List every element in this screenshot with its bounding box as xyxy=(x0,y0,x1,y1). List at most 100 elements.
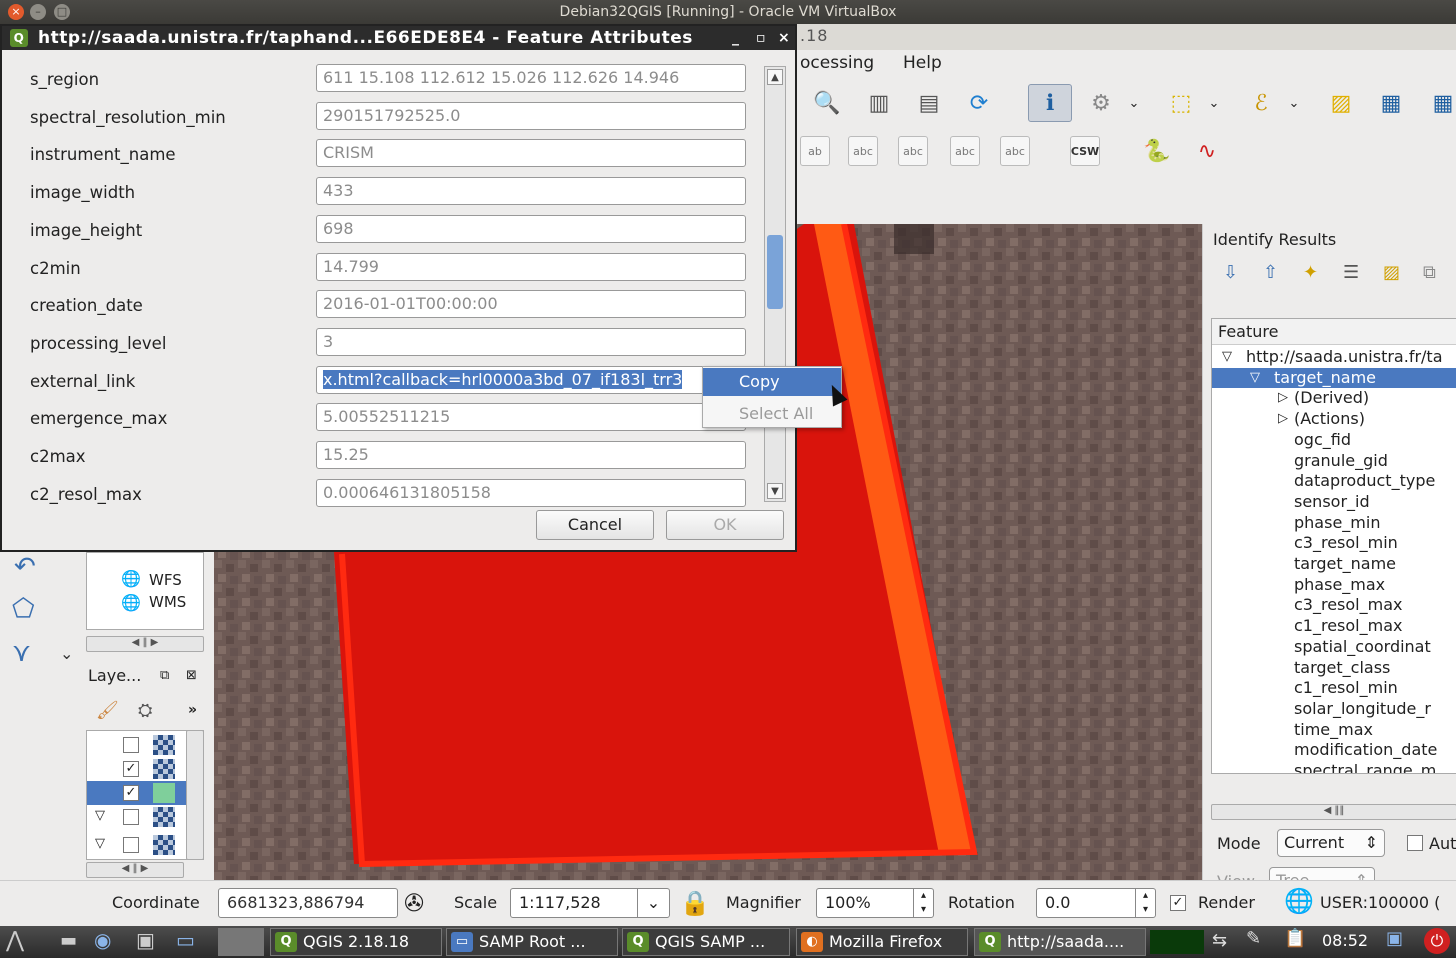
chevron-down-icon[interactable]: ▽ xyxy=(1222,347,1232,367)
minimize-icon[interactable]: – xyxy=(30,4,46,20)
field-input-image-width[interactable]: 433 xyxy=(316,177,746,206)
clipboard-icon[interactable]: 📋 xyxy=(1284,928,1306,949)
usb-icon[interactable]: ✎ xyxy=(1246,928,1261,949)
field-input-creation-date[interactable]: 2016-01-01T00:00:00 xyxy=(316,290,746,319)
paint-icon[interactable]: 🖌 xyxy=(96,700,119,721)
clear-highlights-icon[interactable]: ▨ xyxy=(1383,262,1400,283)
expand-new-icon[interactable]: ✦ xyxy=(1303,262,1318,283)
chevron-down-icon[interactable]: ▽ xyxy=(1250,368,1260,388)
select-features-icon[interactable]: ⬚ xyxy=(1164,86,1198,120)
tree-item[interactable]: target_name xyxy=(1212,554,1456,575)
show-bookmarks-icon[interactable]: ▤ xyxy=(912,86,946,120)
identify-features-icon[interactable]: ℹ xyxy=(1028,84,1072,122)
field-input-spectral-resolution-min[interactable]: 290151792525.0 xyxy=(316,101,746,130)
zoom-select-icon[interactable]: 🔍 xyxy=(810,86,844,120)
taskbar-task[interactable]: Q QGIS 2.18.18 xyxy=(270,928,442,956)
tree-item[interactable]: ▽ http://saada.unistra.fr/ta xyxy=(1212,347,1456,368)
close-icon[interactable]: ⊠ xyxy=(186,668,197,683)
field-input-processing-level[interactable]: 3 xyxy=(316,327,746,356)
browser-hscrollbar[interactable]: ◀ ‖ ▶ xyxy=(86,636,204,652)
tree-item[interactable]: time_max xyxy=(1212,720,1456,741)
taskbar-task[interactable]: ◐ Mozilla Firefox xyxy=(796,928,968,956)
new-bookmark-icon[interactable]: ▥ xyxy=(862,86,896,120)
close-icon[interactable]: × xyxy=(8,4,24,20)
field-input-image-height[interactable]: 698 xyxy=(316,214,746,243)
tree-item[interactable]: sensor_id xyxy=(1212,492,1456,513)
collapse-tree-icon[interactable]: ⇧ xyxy=(1263,262,1278,283)
taskbar-task[interactable]: Qhttp://saada.... xyxy=(974,928,1146,956)
maximize-icon[interactable]: ▫ xyxy=(756,26,766,50)
layer-row-selected[interactable]: ✓ xyxy=(87,781,187,805)
auto-open-checkbox[interactable] xyxy=(1407,835,1423,851)
taskbar-task[interactable]: Q QGIS SAMP ... xyxy=(622,928,790,956)
minimize-icon[interactable]: _ xyxy=(732,26,740,50)
label-move-icon[interactable]: abc xyxy=(898,136,928,166)
chevron-down-icon[interactable]: ▽ xyxy=(95,836,105,851)
copy-feature-icon[interactable]: ⧉ xyxy=(1423,262,1436,283)
chevron-right-icon[interactable]: ▷ xyxy=(1278,409,1288,429)
browser-item-wms[interactable]: WMS xyxy=(149,593,186,611)
menu-help[interactable]: Help xyxy=(903,53,942,73)
select-by-expression-icon[interactable]: ℰ xyxy=(1244,86,1278,120)
deselect-features-icon[interactable]: ▨ xyxy=(1324,86,1358,120)
magnifier-field[interactable]: 100% ▴ ▾ xyxy=(816,888,934,918)
layer-row[interactable] xyxy=(87,733,187,757)
clear-results-icon[interactable]: ☰ xyxy=(1343,262,1359,283)
label-change-icon[interactable]: abc xyxy=(1000,136,1030,166)
tree-item[interactable]: c3_resol_max xyxy=(1212,595,1456,616)
layer-row[interactable]: ✓ xyxy=(87,757,187,781)
tree-item[interactable]: spatial_coordinat xyxy=(1212,637,1456,658)
field-input-c2max[interactable]: 15.25 xyxy=(316,441,746,469)
field-input-instrument-name[interactable]: CRISM xyxy=(316,139,746,168)
tree-item[interactable]: spectral_range_m xyxy=(1212,761,1456,773)
layer-row[interactable]: ▽ xyxy=(87,805,187,829)
spin-arrows-icon[interactable]: ▴ ▾ xyxy=(1135,889,1155,917)
mode-select[interactable]: Current ⇕ xyxy=(1277,829,1385,857)
minimize-all-icon[interactable]: ▬ xyxy=(60,930,77,951)
context-select-all[interactable]: Select All xyxy=(703,400,841,428)
crs-label[interactable]: USER:100000 ( xyxy=(1320,893,1440,912)
chevron-right-icon[interactable]: ▷ xyxy=(1278,388,1288,408)
tree-item[interactable]: granule_gid xyxy=(1212,451,1456,472)
python-icon[interactable]: 🐍 xyxy=(1140,134,1174,168)
tree-item[interactable]: ▷ (Actions) xyxy=(1212,409,1456,430)
more-icon[interactable]: » xyxy=(188,702,197,718)
scroll-thumb[interactable] xyxy=(767,235,783,309)
crs-globe-icon[interactable]: 🌐 xyxy=(1284,887,1314,915)
chevron-down-icon[interactable]: ⌄ xyxy=(1206,86,1222,120)
layer-checkbox[interactable] xyxy=(123,737,139,753)
layers-hscrollbar[interactable]: ◀ ‖ ▶ xyxy=(86,862,184,878)
float-icon[interactable]: ⧉ xyxy=(160,668,169,683)
tree-item[interactable]: ▷ (Derived) xyxy=(1212,388,1456,409)
node-tool-icon[interactable]: ⋎ xyxy=(12,638,31,668)
label-rotate-icon[interactable]: abc xyxy=(950,136,980,166)
terminal-icon[interactable]: ▭ xyxy=(176,928,195,952)
field-input-s-region[interactable]: 611 15.108 112.612 15.026 112.626 14.946 xyxy=(316,64,746,92)
tree-item[interactable]: phase_max xyxy=(1212,575,1456,596)
chevron-down-icon[interactable]: ⌄ xyxy=(637,889,669,917)
layers-vscrollbar[interactable] xyxy=(186,730,204,860)
toggle-extents-icon[interactable]: ✇ xyxy=(404,889,424,917)
lock-icon[interactable]: 🔒 xyxy=(680,889,710,917)
profile-graph-icon[interactable]: ∿ xyxy=(1190,134,1224,168)
layer-checkbox[interactable] xyxy=(123,837,139,853)
scroll-up-icon[interactable]: ▲ xyxy=(767,69,783,85)
label-show-icon[interactable]: abc xyxy=(848,136,878,166)
tree-item[interactable]: c1_resol_min xyxy=(1212,678,1456,699)
refresh-icon[interactable]: ⟳ xyxy=(962,86,996,120)
chevron-down-icon[interactable]: ▽ xyxy=(95,808,105,823)
field-input-c2-resol-max[interactable]: 0.000646131805158 xyxy=(316,478,746,507)
maximize-icon[interactable]: □ xyxy=(54,4,70,20)
identify-hscrollbar[interactable]: ◀ ‖‖ xyxy=(1211,804,1456,820)
menu-processing[interactable]: ocessing xyxy=(800,53,874,73)
coordinate-field[interactable]: 6681323,886794 xyxy=(218,888,398,918)
layer-checkbox[interactable]: ✓ xyxy=(123,761,139,777)
tree-item[interactable]: ogc_fid xyxy=(1212,430,1456,451)
tree-item[interactable]: modification_date xyxy=(1212,740,1456,761)
rotation-field[interactable]: 0.0 ▴ ▾ xyxy=(1036,888,1156,918)
power-icon[interactable]: ⏻ xyxy=(1424,928,1450,954)
dialog-vscrollbar[interactable]: ▲ ▼ xyxy=(764,66,786,502)
close-icon[interactable]: × xyxy=(778,26,790,50)
statistics-icon[interactable]: ▦ xyxy=(1426,86,1456,120)
tree-item[interactable]: solar_longitude_r xyxy=(1212,699,1456,720)
